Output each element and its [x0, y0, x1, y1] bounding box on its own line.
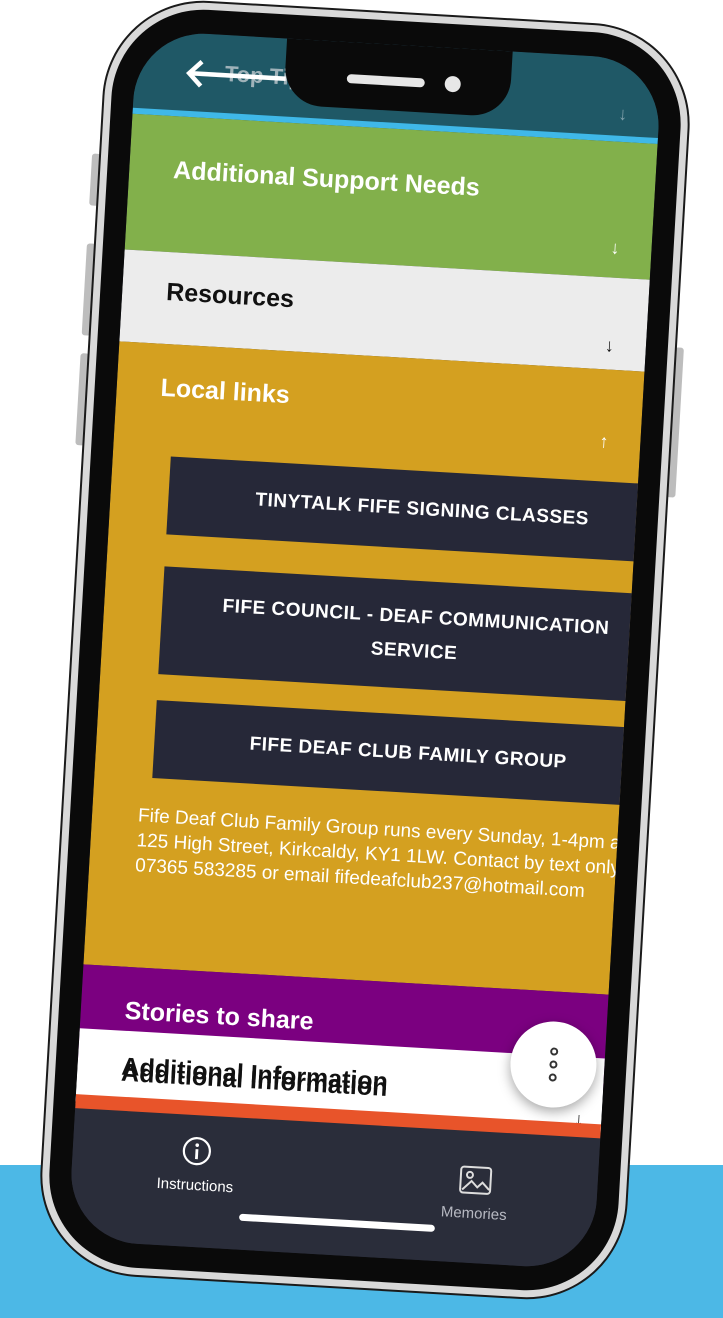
info-icon [182, 1137, 211, 1166]
section-title[interactable]: Local links [160, 374, 291, 410]
speaker-grille [346, 74, 425, 88]
nav-label: Instructions [156, 1174, 234, 1197]
volume-up-button [81, 243, 96, 336]
volume-down-button [75, 353, 90, 446]
chevron-down-icon[interactable]: ↓ [610, 237, 620, 258]
section-title: Resources [165, 277, 295, 314]
phone-body: Top Tips 🡐 ↓ Additional Support Needs ↓ … [44, 4, 686, 1296]
phone-mockup: Top Tips 🡐 ↓ Additional Support Needs ↓ … [44, 4, 686, 1296]
phone-notch [283, 38, 513, 118]
nav-item-memories[interactable]: Memories [403, 1161, 546, 1226]
front-camera [444, 75, 462, 93]
local-links-description: Fife Deaf Club Family Group runs every S… [134, 805, 627, 903]
app-screen: Top Tips 🡐 ↓ Additional Support Needs ↓ … [67, 29, 663, 1271]
nav-item-instructions[interactable]: Instructions [125, 1131, 268, 1198]
power-button [666, 347, 684, 498]
arrow-left-icon[interactable]: 🡐 [182, 51, 292, 101]
chevron-down-icon[interactable]: ↓ [618, 104, 628, 125]
section-title: Additional Support Needs [172, 156, 481, 202]
link-button-fife-deaf-club[interactable]: FIFE DEAF CLUB FAMILY GROUP [152, 700, 663, 808]
chevron-up-icon[interactable]: ↑ [599, 431, 609, 452]
image-icon [459, 1165, 493, 1195]
link-button-fife-council[interactable]: FIFE COUNCIL - DEAF COMMUNICATION SERVIC… [158, 566, 663, 704]
section-title: Stories to share [124, 996, 315, 1036]
chevron-down-icon[interactable]: ↓ [604, 335, 614, 356]
nav-label: Memories [440, 1203, 508, 1225]
more-vertical-icon [548, 1047, 559, 1082]
mute-switch [89, 153, 102, 206]
link-button-tinytalk[interactable]: TINYTALK FIFE SIGNING CLASSES [166, 456, 663, 564]
section-local-links: Local links ↑ TINYTALK FIFE SIGNING CLAS… [83, 341, 663, 995]
